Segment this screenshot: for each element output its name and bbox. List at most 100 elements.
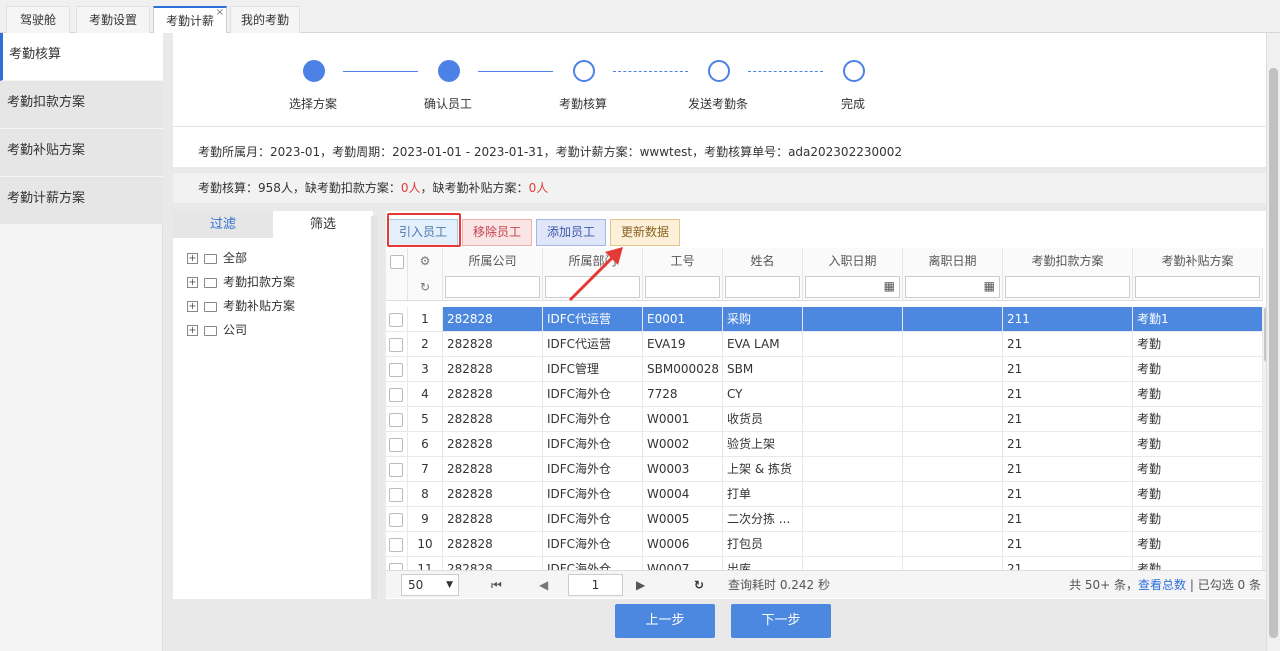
sidebar-item-deduction-plan[interactable]: 考勤扣款方案 <box>0 81 163 129</box>
row-checkbox[interactable] <box>389 437 403 452</box>
deduction-cell[interactable]: 21 <box>1003 407 1133 432</box>
col-employee-id[interactable]: 工号 <box>643 248 723 274</box>
subsidy-cell[interactable]: 考勤 <box>1133 357 1263 382</box>
deduction-cell[interactable]: 21 <box>1003 532 1133 557</box>
table-row[interactable]: 5 282828 IDFC海外仓 W0001 收货员 21 考勤 <box>386 407 1273 432</box>
select-all-checkbox[interactable] <box>389 254 404 269</box>
name-cell[interactable]: 上架 & 拣货 <box>723 457 803 482</box>
select-all-header[interactable] <box>386 248 408 274</box>
employee-id-cell[interactable]: EVA19 <box>643 332 723 357</box>
join-date-cell[interactable] <box>803 507 903 532</box>
deduction-cell[interactable]: 211 <box>1003 307 1133 332</box>
department-cell[interactable]: IDFC代运营 <box>543 332 643 357</box>
department-cell[interactable]: IDFC海外仓 <box>543 432 643 457</box>
expand-icon[interactable]: + <box>187 253 198 264</box>
company-cell[interactable]: 282828 <box>443 407 543 432</box>
name-cell[interactable]: 二次分拣 ... <box>723 507 803 532</box>
deduction-cell[interactable]: 21 <box>1003 457 1133 482</box>
table-row[interactable]: 6 282828 IDFC海外仓 W0002 验货上架 21 考勤 <box>386 432 1273 457</box>
row-checkbox[interactable] <box>389 487 403 502</box>
view-total-link[interactable]: 查看总数 <box>1138 578 1186 592</box>
table-row[interactable]: 8 282828 IDFC海外仓 W0004 打单 21 考勤 <box>386 482 1273 507</box>
deduction-cell[interactable]: 21 <box>1003 507 1133 532</box>
row-checkbox-cell[interactable] <box>386 307 408 332</box>
tree-node-deduction[interactable]: + 考勤扣款方案 <box>187 272 295 292</box>
tree-node-all[interactable]: + 全部 <box>187 248 247 268</box>
join-date-cell[interactable] <box>803 307 903 332</box>
row-checkbox-cell[interactable] <box>386 382 408 407</box>
row-checkbox-cell[interactable] <box>386 482 408 507</box>
row-checkbox-cell[interactable] <box>386 407 408 432</box>
row-checkbox[interactable] <box>389 537 403 552</box>
calendar-icon[interactable]: ▦ <box>884 279 895 293</box>
table-row[interactable]: 3 282828 IDFC管理 SBM000028 SBM 21 考勤 <box>386 357 1273 382</box>
department-cell[interactable]: IDFC海外仓 <box>543 557 643 570</box>
tab-my-attendance[interactable]: 我的考勤 <box>230 6 300 33</box>
subsidy-cell[interactable]: 考勤1 <box>1133 307 1263 332</box>
row-checkbox-cell[interactable] <box>386 432 408 457</box>
table-row[interactable]: 9 282828 IDFC海外仓 W0005 二次分拣 ... 21 考勤 <box>386 507 1273 532</box>
subsidy-cell[interactable]: 考勤 <box>1133 482 1263 507</box>
employee-id-cell[interactable]: W0007 <box>643 557 723 570</box>
join-date-cell[interactable] <box>803 332 903 357</box>
employee-id-cell[interactable]: W0006 <box>643 532 723 557</box>
tree-node-company[interactable]: + 公司 <box>187 320 247 340</box>
company-cell[interactable]: 282828 <box>443 557 543 570</box>
row-checkbox[interactable] <box>389 462 403 477</box>
leave-date-cell[interactable] <box>903 532 1003 557</box>
leave-date-cell[interactable] <box>903 307 1003 332</box>
page-size-select[interactable]: 50 ▼ <box>401 574 459 596</box>
company-cell[interactable]: 282828 <box>443 532 543 557</box>
name-cell[interactable]: 收货员 <box>723 407 803 432</box>
deduction-cell[interactable]: 21 <box>1003 357 1133 382</box>
row-checkbox[interactable] <box>389 387 403 402</box>
company-cell[interactable]: 282828 <box>443 432 543 457</box>
row-checkbox[interactable] <box>389 312 403 327</box>
deduction-cell[interactable]: 21 <box>1003 332 1133 357</box>
employee-id-cell[interactable]: 7728 <box>643 382 723 407</box>
row-checkbox-cell[interactable] <box>386 332 408 357</box>
company-cell[interactable]: 282828 <box>443 382 543 407</box>
leave-date-cell[interactable] <box>903 457 1003 482</box>
employee-id-cell[interactable]: W0004 <box>643 482 723 507</box>
subsidy-cell[interactable]: 考勤 <box>1133 507 1263 532</box>
table-row[interactable]: 4 282828 IDFC海外仓 7728 CY 21 考勤 <box>386 382 1273 407</box>
company-filter-input[interactable] <box>445 276 540 298</box>
col-leave-date[interactable]: 离职日期 <box>903 248 1003 274</box>
employee-id-filter-input[interactable] <box>645 276 720 298</box>
leave-date-filter-input[interactable]: ▦ <box>905 276 1000 298</box>
sidebar-item-payroll-plan[interactable]: 考勤计薪方案 <box>0 177 163 225</box>
first-page-icon[interactable]: ⏮ <box>491 571 502 599</box>
row-checkbox-cell[interactable] <box>386 507 408 532</box>
row-checkbox[interactable] <box>389 412 403 427</box>
department-cell[interactable]: IDFC海外仓 <box>543 482 643 507</box>
panel-splitter[interactable] <box>371 216 377 604</box>
tab-attendance-settings[interactable]: 考勤设置 <box>76 6 150 33</box>
join-date-cell[interactable] <box>803 557 903 570</box>
join-date-cell[interactable] <box>803 382 903 407</box>
subsidy-cell[interactable]: 考勤 <box>1133 532 1263 557</box>
row-checkbox-cell[interactable] <box>386 532 408 557</box>
department-cell[interactable]: IDFC代运营 <box>543 307 643 332</box>
refresh-icon[interactable]: ↻ <box>408 273 443 301</box>
row-checkbox[interactable] <box>389 562 403 570</box>
expand-icon[interactable]: + <box>187 277 198 288</box>
col-join-date[interactable]: 入职日期 <box>803 248 903 274</box>
department-cell[interactable]: IDFC管理 <box>543 357 643 382</box>
calendar-icon[interactable]: ▦ <box>984 279 995 293</box>
deduction-cell[interactable]: 21 <box>1003 482 1133 507</box>
next-step-button[interactable]: 下一步 <box>731 604 831 638</box>
row-checkbox-cell[interactable] <box>386 557 408 570</box>
sidebar-item-subsidy-plan[interactable]: 考勤补贴方案 <box>0 129 163 177</box>
col-subsidy-plan[interactable]: 考勤补贴方案 <box>1133 248 1263 274</box>
employee-id-cell[interactable]: W0005 <box>643 507 723 532</box>
prev-page-icon[interactable]: ◀ <box>539 571 548 599</box>
join-date-cell[interactable] <box>803 432 903 457</box>
department-cell[interactable]: IDFC海外仓 <box>543 407 643 432</box>
prev-step-button[interactable]: 上一步 <box>615 604 715 638</box>
page-scrollbar[interactable] <box>1266 33 1280 651</box>
subsidy-cell[interactable]: 考勤 <box>1133 457 1263 482</box>
company-cell[interactable]: 282828 <box>443 332 543 357</box>
name-cell[interactable]: CY <box>723 382 803 407</box>
name-cell[interactable]: 出库 <box>723 557 803 570</box>
